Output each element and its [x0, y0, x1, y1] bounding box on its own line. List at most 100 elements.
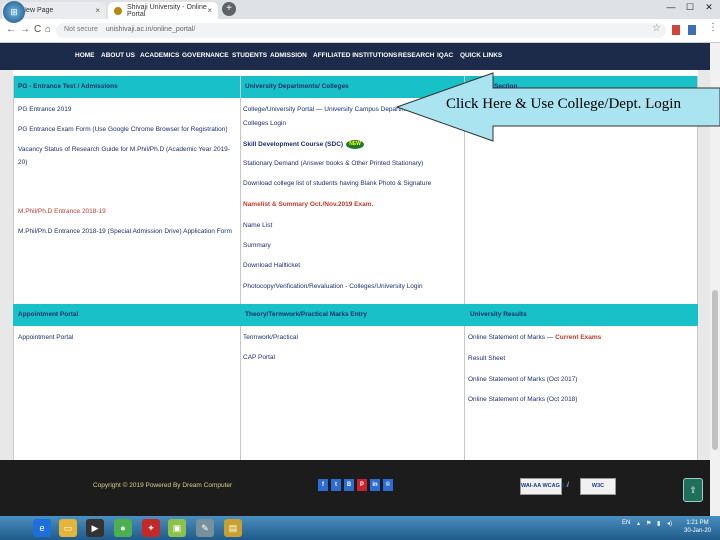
column-divider — [13, 76, 14, 460]
security-app-icon[interactable]: ✦ — [142, 519, 160, 537]
copyright-text: Copyright © 2019 Powered By Dream Comput… — [93, 482, 233, 489]
notepad-icon[interactable]: ✎ — [196, 519, 214, 537]
browser-menu-icon[interactable]: ⋮ — [708, 22, 718, 33]
url-input[interactable]: Not secure unishivaji.ac.in/online_porta… — [56, 23, 666, 38]
column-divider — [240, 76, 241, 460]
reload-button[interactable]: C — [34, 24, 41, 35]
link-text: Online Statement of Marks — — [468, 334, 556, 341]
w3c-badge[interactable]: W3C — [580, 478, 616, 495]
flag-icon[interactable]: ⚑ — [646, 520, 651, 527]
language-indicator[interactable]: EN — [622, 520, 630, 526]
current-exams-label: Current Exams — [555, 334, 602, 341]
pinterest-icon[interactable]: P — [357, 479, 367, 491]
maximize-button[interactable]: ☐ — [681, 0, 699, 14]
network-icon[interactable]: ▮ — [657, 520, 660, 527]
new-tab-button[interactable]: + — [222, 2, 236, 16]
nav-quick-links[interactable]: QUICK LINKS — [460, 52, 502, 59]
nav-research[interactable]: RESEARCH — [398, 52, 434, 59]
university-favicon-icon — [114, 6, 122, 15]
new-badge: NEW — [346, 140, 365, 149]
special-admission-drive-link[interactable]: M.Phil/Ph.D Entrance 2018-19 (Special Ad… — [18, 228, 232, 235]
pdf-extension-icon[interactable] — [672, 25, 680, 35]
back-button[interactable]: ← — [6, 24, 16, 35]
close-window-button[interactable]: ✕ — [700, 0, 718, 14]
tab-online-portal[interactable]: Shivaji University - Online Portal × — [108, 2, 218, 19]
pg-entrance-heading: PG - Entrance Test / Admissions — [13, 76, 240, 98]
site-navigation: HOME ABOUT US ACADEMICS GOVERNANCE STUDE… — [0, 43, 720, 70]
tray-up-arrow-icon[interactable]: ▴ — [637, 520, 640, 527]
chrome-icon[interactable]: ● — [114, 519, 132, 537]
statement-of-marks-oct2018-link[interactable]: Online Statement of Marks (Oct 2018) — [468, 396, 577, 403]
page-content: PG - Entrance Test / Admissions Universi… — [0, 70, 710, 460]
blogger-icon[interactable]: B — [344, 479, 354, 491]
mphil-phd-entrance-link[interactable]: M.Phil/Ph.D Entrance 2018-19 — [18, 208, 106, 215]
appointment-portal-link[interactable]: Appointment Portal — [18, 334, 73, 341]
browser-tab-strip: New Page × Shivaji University - Online P… — [0, 0, 720, 19]
address-bar-row: ← → C ⌂ Not secure unishivaji.ac.in/onli… — [0, 19, 720, 43]
bookmark-star-icon[interactable]: ☆ — [652, 23, 661, 34]
windows-taskbar — [0, 516, 720, 540]
nav-about-us[interactable]: ABOUT US — [101, 52, 135, 59]
appointment-portal-heading: Appointment Portal — [13, 304, 240, 326]
twitter-icon[interactable]: t — [331, 479, 341, 491]
volume-icon[interactable]: ◂) — [667, 520, 672, 527]
file-explorer-icon[interactable]: ▭ — [59, 519, 77, 537]
app-icon[interactable]: ▣ — [168, 519, 186, 537]
clock-time: 1:21 PM — [686, 520, 709, 526]
nav-admission[interactable]: ADMISSION — [270, 52, 307, 59]
minimize-button[interactable]: — — [662, 0, 680, 14]
section-heading: Section — [465, 76, 698, 98]
nav-academics[interactable]: ACADEMICS — [140, 52, 179, 59]
badge-separator: / — [567, 482, 569, 489]
pg-entrance-form-link[interactable]: PG Entrance Exam Form (Use Google Chrome… — [18, 126, 228, 133]
nav-iqac[interactable]: IQAC — [437, 52, 453, 59]
blank-photo-list-link[interactable]: Download college list of students having… — [243, 180, 431, 187]
university-results-heading: University Results — [465, 304, 698, 326]
close-tab-icon[interactable]: × — [207, 6, 212, 15]
cap-portal-link[interactable]: CAP Portal — [243, 354, 275, 361]
skill-development-course-link[interactable]: Skill Development Course (SDC) NEW — [243, 140, 365, 149]
taskbar-clock[interactable]: 1:21 PM 30-Jan-20 — [684, 519, 711, 535]
download-hallticket-link[interactable]: Download Hallticket — [243, 262, 300, 269]
nav-home[interactable]: HOME — [75, 52, 95, 59]
name-list-link[interactable]: Name List — [243, 222, 272, 229]
pg-entrance-link[interactable]: PG Entrance 2019 — [18, 106, 71, 113]
scrollbar-thumb[interactable] — [712, 290, 718, 450]
statement-of-marks-oct2017-link[interactable]: Online Statement of Marks (Oct 2017) — [468, 376, 577, 383]
extension-icon[interactable] — [688, 25, 696, 35]
portal-panel: PG - Entrance Test / Admissions Universi… — [13, 70, 698, 460]
namelist-summary-link[interactable]: Namelist & Summary Oct./Nov.2019 Exam. — [243, 201, 373, 208]
stationary-demand-link[interactable]: Stationary Demand (Answer books & Other … — [243, 160, 423, 167]
facebook-icon[interactable]: f — [318, 479, 328, 491]
home-button[interactable]: ⌂ — [45, 24, 51, 35]
wcag-badge[interactable]: WAI-AA WCAG 2.0 — [520, 478, 569, 495]
media-player-icon[interactable]: ▶ — [86, 519, 104, 537]
linkedin-icon[interactable]: in — [370, 479, 380, 491]
not-secure-label[interactable]: Not secure — [64, 26, 98, 33]
colleges-login-link[interactable]: Colleges Login — [243, 120, 286, 127]
start-button[interactable]: ⊞ — [3, 1, 25, 23]
internet-explorer-icon[interactable]: e — [33, 519, 51, 537]
nav-governance[interactable]: GOVERNANCE — [182, 52, 229, 59]
summary-link[interactable]: Summary — [243, 242, 271, 249]
nav-affiliated-institutions[interactable]: AFFILIATED INSTITUTIONS — [313, 52, 397, 59]
heading-text: PG - Entrance Test / — [18, 83, 81, 90]
result-sheet-link[interactable]: Result Sheet — [468, 355, 505, 362]
column-divider — [464, 76, 465, 460]
admissions-link[interactable]: Admissions — [81, 83, 118, 90]
vacancy-status-link[interactable]: Vacancy Status of Research Guide for M.P… — [18, 146, 230, 153]
nav-students[interactable]: STUDENTS — [232, 52, 267, 59]
termwork-practical-link[interactable]: Termwork/Practical — [243, 334, 298, 341]
forward-button[interactable]: → — [20, 24, 30, 35]
close-tab-icon[interactable]: × — [95, 6, 100, 15]
back-to-top-button[interactable]: ⇧ — [683, 478, 703, 502]
photocopy-revaluation-link[interactable]: Photocopy/Verification/Revaluation - Col… — [243, 283, 423, 290]
winrar-icon[interactable]: ▤ — [224, 519, 242, 537]
skype-icon[interactable]: © — [383, 479, 393, 491]
vacancy-status-link-cont[interactable]: 20) — [18, 159, 27, 166]
tab-label: New Page — [21, 7, 54, 14]
link-text: Skill Development Course (SDC) — [243, 141, 344, 149]
college-university-portal-link[interactable]: College/University Portal — University C… — [243, 106, 415, 113]
statement-of-marks-current-link[interactable]: Online Statement of Marks — Current Exam… — [468, 334, 601, 341]
departments-heading: University Departments/ Colleges — [240, 76, 465, 98]
